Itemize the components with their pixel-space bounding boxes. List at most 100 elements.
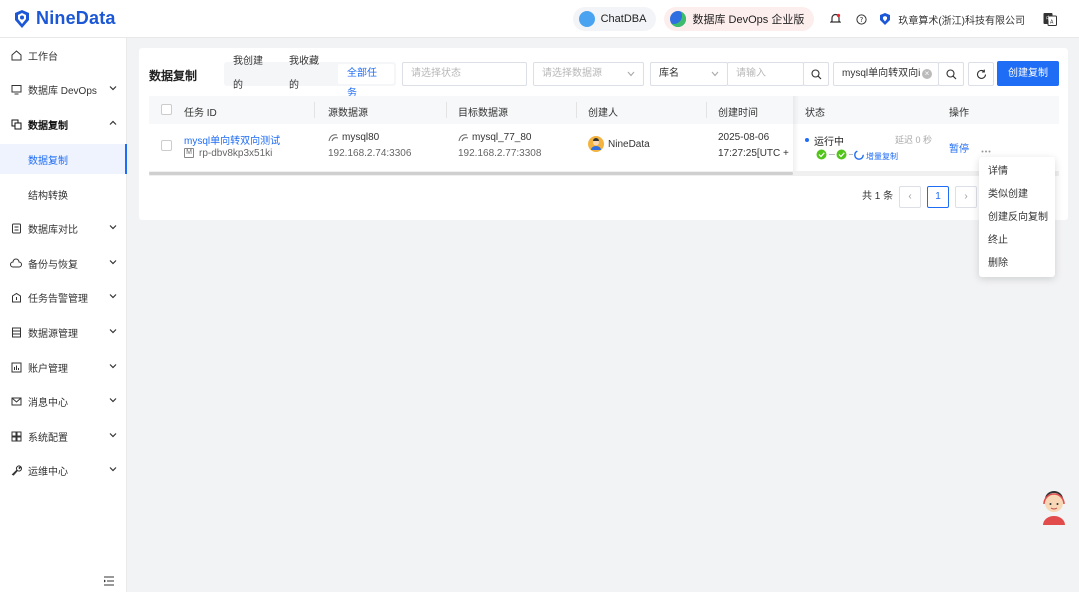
task-id: rp-dbv8kp3x51ki	[199, 148, 273, 159]
sidebar-item-label: 数据源管理	[28, 328, 78, 340]
sidebar-item-messages[interactable]: 消息中心	[0, 386, 127, 416]
translate-icon[interactable]: 中A	[1043, 12, 1057, 26]
column-target[interactable]: 目标数据源	[458, 104, 508, 119]
status-placeholder: 请选择状态	[411, 68, 461, 79]
replication-delay: 延迟 0 秒	[895, 135, 933, 145]
chevron-down-icon	[109, 329, 117, 334]
sidebar-subitem-schema-conversion[interactable]: 结构转换	[0, 179, 127, 209]
sidebar-item-datasource[interactable]: 数据源管理	[0, 317, 127, 347]
column-actions: 操作	[949, 108, 969, 119]
assistant-avatar-icon[interactable]	[1039, 491, 1069, 525]
next-page-button[interactable]: ›	[955, 186, 977, 208]
menu-item-details[interactable]: 详情	[979, 160, 1055, 183]
column-created-time[interactable]: 创建时间	[718, 104, 758, 119]
mysql-icon	[458, 134, 469, 142]
sidebar-item-db-compare[interactable]: 数据库对比	[0, 213, 127, 243]
top-header: NineData ChatDBA 数据库 DevOps 企业版 ? 玖章算术(浙…	[0, 0, 1079, 38]
sidebar-item-ops-center[interactable]: 运维中心	[0, 455, 127, 485]
create-replication-button[interactable]: 创建复制	[997, 61, 1059, 86]
target-datasource[interactable]: mysql_77_80	[458, 132, 531, 143]
menu-item-clone[interactable]: 类似创建	[979, 183, 1055, 206]
column-divider	[446, 102, 447, 118]
devops-edition-label: 数据库 DevOps 企业版	[692, 14, 805, 26]
pause-button[interactable]: 暂停	[949, 140, 969, 155]
column-divider	[314, 102, 315, 118]
table-header: 任务 ID 源数据源 目标数据源 创建人 创建时间 状态 操作	[149, 96, 1059, 124]
phase-connector	[849, 154, 853, 155]
segment-all[interactable]: 全部任务	[338, 64, 394, 99]
refresh-button[interactable]	[968, 62, 994, 86]
sidebar-item-label: 工作台	[28, 51, 58, 63]
svg-text:?: ?	[859, 16, 863, 24]
target-name: mysql_77_80	[472, 132, 532, 143]
settings-icon	[10, 430, 22, 442]
table-horizontal-scrollbar[interactable]	[149, 171, 1059, 176]
sidebar-item-alarm[interactable]: 任务告警管理	[0, 282, 127, 312]
sidebar-item-system-config[interactable]: 系统配置	[0, 421, 127, 451]
sidebar-subitem-data-replication[interactable]: 数据复制	[0, 144, 127, 174]
company-switcher[interactable]: 玖章算术(浙江)科技有限公司	[878, 12, 1025, 27]
devops-edition-button[interactable]: 数据库 DevOps 企业版	[664, 7, 815, 31]
select-all-checkbox[interactable]	[161, 104, 172, 115]
sidebar: 工作台 数据库 DevOps 数据复制 数据复制 结构转换 数据库对比 备份与恢…	[0, 38, 127, 592]
collapse-sidebar-icon[interactable]	[103, 576, 115, 586]
created-date: 2025-08-06	[718, 132, 770, 143]
task-scope-segmented: 我创建的 我收藏的 全部任务	[224, 56, 396, 99]
target-address: 192.168.2.77:3308	[458, 148, 542, 159]
sidebar-item-account[interactable]: 账户管理	[0, 352, 127, 382]
sidebar-item-label: 任务告警管理	[28, 293, 88, 305]
source-name: mysql80	[342, 132, 380, 143]
datasource-select[interactable]: 请选择数据源	[533, 62, 644, 86]
keyword-search-button[interactable]	[803, 62, 829, 86]
sidebar-item-label: 备份与恢复	[28, 259, 78, 271]
avatar	[588, 136, 604, 152]
scrollbar-thumb[interactable]	[149, 172, 793, 175]
search-field-label: 库名	[659, 68, 679, 79]
segment-mine[interactable]: 我创建的	[224, 50, 280, 98]
column-creator[interactable]: 创建人	[588, 104, 618, 119]
menu-item-terminate[interactable]: 终止	[979, 229, 1055, 252]
status-select[interactable]: 请选择状态	[402, 62, 527, 86]
bell-icon[interactable]	[828, 12, 842, 26]
more-actions-icon[interactable]	[981, 145, 991, 153]
source-datasource[interactable]: mysql80	[328, 132, 379, 143]
keyword-input[interactable]: 请输入	[727, 62, 804, 86]
column-divider	[576, 102, 577, 118]
message-icon	[10, 395, 22, 407]
task-search-input[interactable]: mysql单向转双向i ×	[833, 62, 939, 86]
datasource-icon	[10, 326, 22, 338]
chevron-down-icon	[109, 294, 117, 299]
column-status[interactable]: 状态	[805, 104, 825, 119]
search-icon	[945, 68, 956, 79]
source-address: 192.168.2.74:3306	[328, 148, 412, 159]
sidebar-item-backup-restore[interactable]: 备份与恢复	[0, 248, 127, 278]
chatdba-button[interactable]: ChatDBA	[572, 7, 657, 31]
ninedata-logo-icon	[15, 9, 29, 28]
page-title: 数据复制	[149, 69, 198, 83]
segment-favorites[interactable]: 我收藏的	[280, 50, 336, 98]
sidebar-subitem-label: 数据复制	[28, 155, 68, 167]
task-name-link[interactable]: mysql单向转双向测试	[184, 132, 280, 147]
sidebar-item-devops[interactable]: 数据库 DevOps	[0, 74, 127, 104]
help-icon[interactable]: ?	[854, 12, 868, 26]
company-name: 玖章算术(浙江)科技有限公司	[898, 15, 1025, 27]
sync-running-icon	[854, 150, 864, 160]
chevron-down-icon	[711, 71, 719, 77]
chevron-down-icon	[109, 86, 117, 91]
row-checkbox[interactable]	[161, 140, 172, 151]
created-time: 17:27:25[UTC +	[718, 148, 789, 159]
page-button-1[interactable]: 1	[927, 186, 949, 208]
clear-icon[interactable]: ×	[922, 69, 932, 79]
column-task-id[interactable]: 任务 ID	[184, 104, 217, 119]
sidebar-item-workbench[interactable]: 工作台	[0, 40, 127, 70]
menu-item-delete[interactable]: 删除	[979, 252, 1055, 275]
column-source[interactable]: 源数据源	[328, 104, 368, 119]
prev-page-button[interactable]: ‹	[899, 186, 921, 208]
brand-name: NineData	[36, 8, 116, 28]
menu-item-create-reverse[interactable]: 创建反向复制	[979, 206, 1055, 229]
brand-logo[interactable]: NineData	[12, 8, 116, 29]
creator-name: NineData	[608, 138, 650, 150]
task-search-button[interactable]	[938, 62, 964, 86]
search-field-select[interactable]: 库名	[650, 62, 728, 86]
sidebar-item-data-replication[interactable]: 数据复制	[0, 109, 127, 139]
